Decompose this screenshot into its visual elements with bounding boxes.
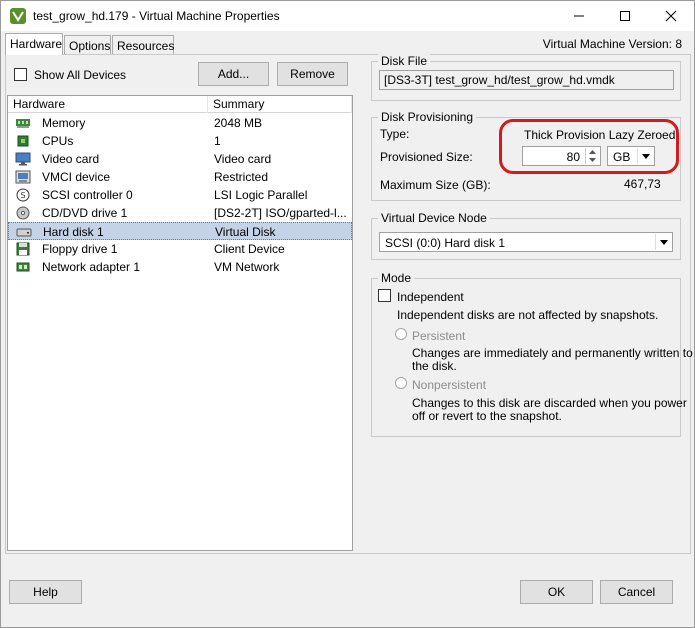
disk-provisioning-title: Disk Provisioning — [378, 110, 477, 124]
monitor-icon — [15, 152, 31, 166]
memory-icon — [16, 119, 30, 128]
persistent-description-line-2: the disk. — [412, 359, 457, 373]
cd-icon — [16, 206, 30, 220]
device-name: Floppy drive 1 — [42, 242, 118, 256]
column-header-summary[interactable]: Summary — [208, 96, 352, 113]
hardware-list[interactable]: Hardware Summary Memory 2048 MB CPUs 1 V… — [7, 95, 353, 551]
maximum-size-value: 467,73 — [624, 177, 661, 191]
tab-resources[interactable]: Resources — [112, 35, 174, 54]
properties-window: test_grow_hd.179 - Virtual Machine Prope… — [0, 0, 695, 628]
column-header-hardware[interactable]: Hardware — [8, 96, 208, 113]
close-button[interactable] — [648, 1, 694, 31]
device-name: Memory — [42, 116, 86, 130]
device-name: CD/DVD drive 1 — [42, 206, 128, 220]
window-title: test_grow_hd.179 - Virtual Machine Prope… — [33, 9, 280, 23]
device-row-memory[interactable]: Memory 2048 MB — [8, 114, 352, 132]
virtual-device-node-dropdown[interactable]: SCSI (0:0) Hard disk 1 — [379, 232, 673, 252]
harddisk-icon — [16, 228, 32, 237]
provision-type-label: Type: — [380, 127, 410, 141]
device-summary: Virtual Disk — [215, 225, 276, 239]
chevron-down-icon — [659, 239, 668, 245]
device-row-hard-disk[interactable]: Hard disk 1 Virtual Disk — [8, 222, 352, 240]
device-row-video-card[interactable]: Video card Video card — [8, 150, 352, 168]
independent-label: Independent — [397, 290, 464, 304]
disk-file-title: Disk File — [378, 54, 431, 68]
minimize-icon — [574, 15, 584, 17]
nonpersistent-label: Nonpersistent — [412, 378, 487, 392]
device-name: Video card — [42, 152, 100, 166]
maximum-size-label: Maximum Size (GB): — [380, 178, 491, 192]
independent-checkbox[interactable] — [378, 289, 391, 302]
persistent-radio[interactable] — [395, 328, 407, 340]
device-row-cd-dvd-drive[interactable]: CD/DVD drive 1 [DS2-2T] ISO/gparted-l... — [8, 204, 352, 222]
maximize-button[interactable] — [602, 1, 648, 31]
disk-file-path-field[interactable]: [DS3-3T] test_grow_hd/test_grow_hd.vmdk — [379, 70, 674, 90]
tab-options[interactable]: Options — [64, 35, 111, 54]
scsi-icon: S — [16, 188, 30, 202]
provisioned-size-label: Provisioned Size: — [380, 150, 473, 164]
device-row-floppy-drive[interactable]: Floppy drive 1 Client Device — [8, 240, 352, 258]
red-annotation-highlight — [499, 119, 679, 174]
close-icon — [665, 10, 677, 22]
persistent-description-line-1: Changes are immediately and permanently … — [412, 346, 693, 360]
hardware-list-header: Hardware Summary — [8, 96, 352, 113]
nonpersistent-description-line-1: Changes to this disk are discarded when … — [412, 396, 687, 410]
device-name: Network adapter 1 — [42, 260, 141, 274]
device-name: Hard disk 1 — [43, 225, 104, 239]
device-name: SCSI controller 0 — [42, 188, 133, 202]
nonpersistent-radio[interactable] — [395, 377, 407, 389]
device-name: VMCI device — [42, 170, 111, 184]
virtual-device-node-value: SCSI (0:0) Hard disk 1 — [385, 236, 506, 250]
device-summary: LSI Logic Parallel — [214, 188, 308, 202]
independent-description: Independent disks are not affected by sn… — [397, 308, 659, 322]
floppy-icon — [16, 242, 30, 256]
device-row-cpus[interactable]: CPUs 1 — [8, 132, 352, 150]
remove-device-button[interactable]: Remove — [277, 62, 348, 86]
device-row-vmci[interactable]: VMCI device Restricted — [8, 168, 352, 186]
device-summary: 2048 MB — [214, 116, 263, 130]
device-name: CPUs — [42, 134, 74, 148]
device-row-scsi-controller[interactable]: S SCSI controller 0 LSI Logic Parallel — [8, 186, 352, 204]
device-summary: 1 — [214, 134, 221, 148]
device-summary: VM Network — [214, 260, 280, 274]
vm-version-label: Virtual Machine Version: 8 — [542, 37, 682, 51]
vmci-icon — [15, 170, 31, 184]
mode-title: Mode — [378, 271, 415, 285]
nonpersistent-description-line-2: off or revert to the snapshot. — [412, 409, 562, 423]
virtual-device-node-title: Virtual Device Node — [378, 211, 490, 225]
device-summary: [DS2-2T] ISO/gparted-l... — [214, 206, 347, 220]
help-button[interactable]: Help — [9, 580, 82, 604]
device-summary: Client Device — [214, 242, 285, 256]
persistent-label: Persistent — [412, 329, 466, 343]
virtual-device-node-arrow[interactable] — [655, 234, 671, 250]
title-bar: test_grow_hd.179 - Virtual Machine Prope… — [1, 1, 694, 31]
cpu-icon — [17, 135, 29, 147]
minimize-button[interactable] — [556, 1, 602, 31]
device-row-network-adapter[interactable]: Network adapter 1 VM Network — [8, 258, 352, 276]
maximize-icon — [620, 11, 630, 21]
tab-hardware[interactable]: Hardware — [5, 33, 63, 55]
vsphere-app-icon — [10, 8, 26, 24]
network-icon — [16, 262, 30, 272]
ok-button[interactable]: OK — [520, 580, 593, 604]
device-summary: Restricted — [214, 170, 269, 184]
show-all-devices-checkbox[interactable] — [14, 68, 27, 81]
add-device-button[interactable]: Add... — [198, 62, 269, 86]
svg-text:S: S — [20, 191, 25, 200]
show-all-devices-label: Show All Devices — [34, 68, 127, 82]
cancel-button[interactable]: Cancel — [600, 580, 673, 604]
device-summary: Video card — [214, 152, 272, 166]
